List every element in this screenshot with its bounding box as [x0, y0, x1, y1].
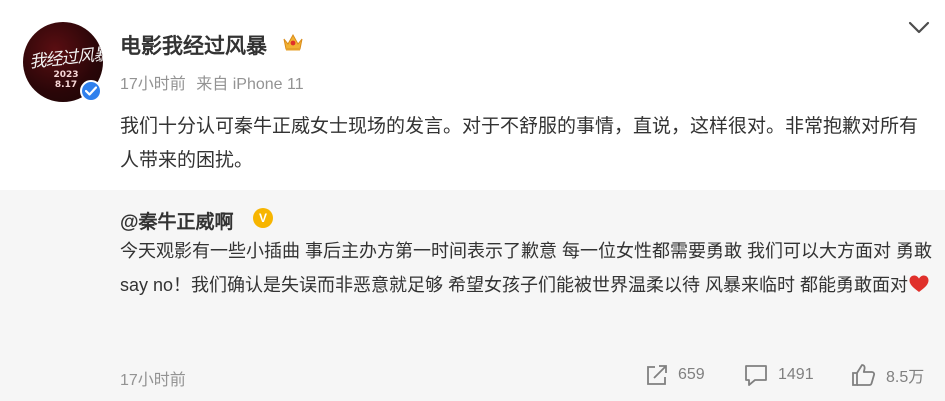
crown-icon: [283, 33, 303, 51]
comment-count: 1491: [778, 366, 814, 383]
repost-time[interactable]: 17小时前: [120, 366, 186, 390]
weibo-post: 我经过风暴 2023 8.17 电影我经过风暴 17小时前 来自 iPhone …: [0, 0, 945, 401]
like-button[interactable]: 8.5万: [851, 362, 924, 388]
post-source: 来自 iPhone 11: [196, 76, 304, 93]
comment-button[interactable]: 1491: [743, 362, 814, 388]
repost-card[interactable]: @秦牛正威啊 V 今天观影有一些小插曲 事后主办方第一时间表示了歉意 每一位女性…: [0, 190, 945, 401]
repost-text: 今天观影有一些小插曲 事后主办方第一时间表示了歉意 每一位女性都需要勇敢 我们可…: [120, 234, 935, 302]
post-meta: 17小时前 来自 iPhone 11: [120, 70, 310, 94]
verified-badge-icon: [80, 80, 102, 102]
chevron-down-icon[interactable]: [907, 20, 931, 36]
post-time[interactable]: 17小时前: [120, 76, 186, 93]
like-icon: [852, 364, 876, 386]
share-button[interactable]: 659: [645, 362, 705, 388]
avatar-logo-text: 我经过风暴: [28, 44, 103, 73]
user-name[interactable]: 电影我经过风暴: [120, 30, 267, 60]
share-icon: [647, 365, 667, 385]
repost-text-body: 今天观影有一些小插曲 事后主办方第一时间表示了歉意 每一位女性都需要勇敢 我们可…: [120, 241, 932, 295]
share-count: 659: [678, 366, 705, 383]
gold-verified-icon: V: [253, 208, 273, 228]
post-text: 我们十分认可秦牛正威女士现场的发言。对于不舒服的事情，直说，这样很对。非常抱歉对…: [120, 116, 919, 171]
like-count: 8.5万: [886, 369, 925, 386]
repost-user-name[interactable]: @秦牛正威啊: [120, 207, 234, 234]
heart-icon: [909, 275, 929, 292]
comment-icon: [745, 365, 767, 386]
